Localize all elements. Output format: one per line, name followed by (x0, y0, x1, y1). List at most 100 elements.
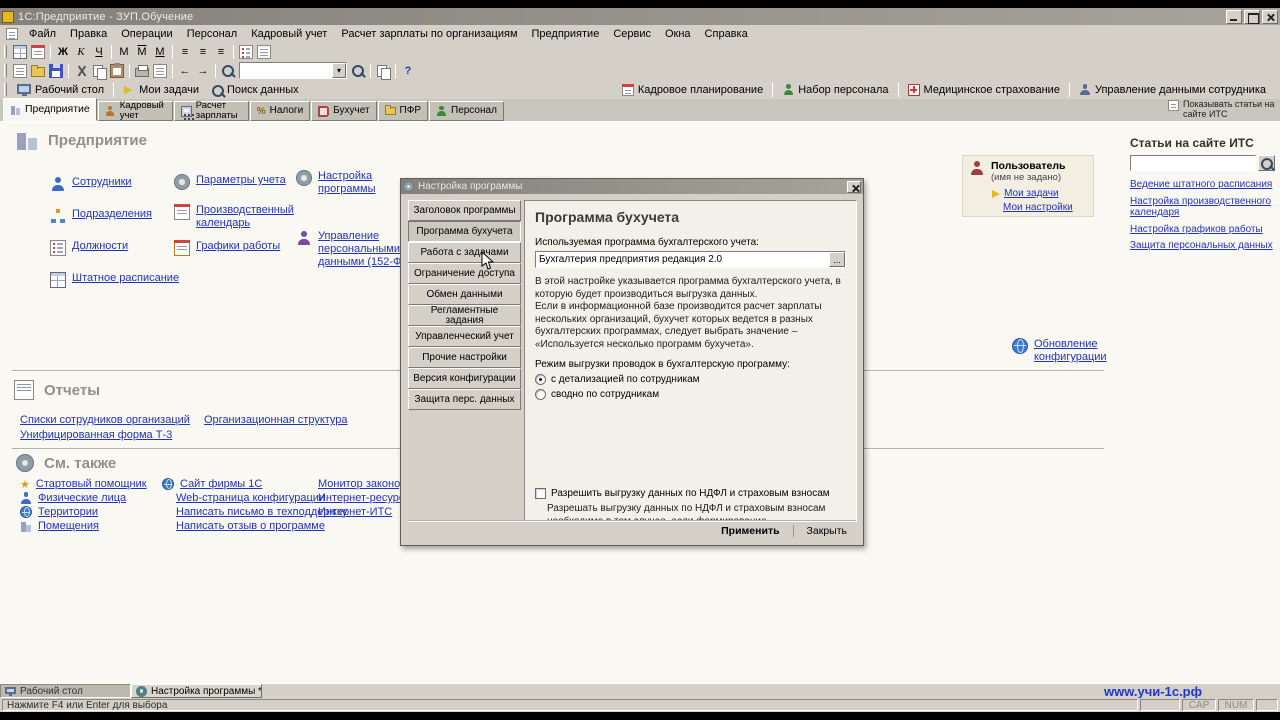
align-right-icon[interactable]: ≡ (212, 44, 230, 60)
my-settings-link[interactable]: Мои настройки (1003, 202, 1073, 213)
report-t3-form-link[interactable]: Унифицированная форма Т-3 (20, 429, 172, 441)
dialog-tab-tasks[interactable]: Работа с задачами (408, 242, 521, 263)
work-schedules-link[interactable]: Графики работы (196, 240, 280, 253)
dialog-tab-management[interactable]: Управленческий учет (408, 326, 521, 347)
underline-icon[interactable]: Ч (90, 44, 108, 60)
dialog-tab-accounting-program[interactable]: Программа бухучета (408, 221, 521, 242)
internet-its-link[interactable]: Интернет-ИТС (318, 506, 392, 518)
territories-link[interactable]: Территории (38, 506, 98, 519)
print-preview-icon[interactable] (151, 63, 169, 79)
desktop-button[interactable]: Рабочий стол (11, 83, 110, 97)
menu-personnel[interactable]: Персонал (180, 26, 245, 42)
my-tasks-link[interactable]: Мои задачи (1004, 188, 1059, 199)
production-calendar-link[interactable]: Производственный календарь (196, 204, 304, 230)
start-assistant-link[interactable]: Стартовый помощник (36, 478, 147, 491)
paste-icon[interactable] (108, 62, 126, 79)
accounting-params-link[interactable]: Параметры учета (196, 174, 286, 187)
accounting-program-field[interactable]: Бухгалтерия предприятия редакция 2.0 ... (535, 251, 846, 268)
menu-operations[interactable]: Операции (114, 26, 179, 42)
taskbar-tab-settings[interactable]: Настройка программы * (131, 684, 262, 698)
menu-edit[interactable]: Правка (63, 26, 114, 42)
font-super-icon[interactable]: М (133, 44, 151, 60)
its-link-calendar[interactable]: Настройка производственного календаря (1130, 196, 1278, 219)
search-icon[interactable] (219, 63, 237, 79)
search-next-icon[interactable] (349, 63, 367, 79)
menu-payroll[interactable]: Расчет зарплаты по организациям (334, 26, 524, 42)
its-link-schedules[interactable]: Настройка графиков работы (1130, 224, 1278, 236)
its-search-button[interactable] (1258, 155, 1275, 171)
premises-link[interactable]: Помещения (38, 520, 99, 533)
save-icon[interactable] (47, 63, 65, 79)
dialog-tab-header[interactable]: Заголовок программы (408, 200, 521, 221)
radio-detailed[interactable]: с детализацией по сотрудникам (535, 374, 846, 385)
apply-button[interactable]: Применить (712, 523, 788, 539)
radio-summary[interactable]: сводно по сотрудникам (535, 389, 846, 400)
its-search-input[interactable] (1130, 155, 1256, 171)
dialog-tab-other[interactable]: Прочие настройки (408, 347, 521, 368)
employee-data-button[interactable]: Управление данными сотрудника (1073, 83, 1272, 97)
open-folder-icon[interactable] (29, 63, 47, 79)
positions-link[interactable]: Должности (72, 240, 128, 253)
calendar-icon[interactable] (29, 44, 47, 60)
menu-enterprise[interactable]: Предприятие (525, 26, 607, 42)
employees-link[interactable]: Сотрудники (72, 176, 132, 189)
staffing-table-link[interactable]: Штатное расписание (72, 272, 179, 285)
font-normal-icon[interactable]: М (115, 44, 133, 60)
tab-taxes[interactable]: % Налоги (249, 101, 311, 121)
outline-doc-icon[interactable] (255, 44, 273, 60)
medical-insurance-button[interactable]: Медицинское страхование (902, 83, 1066, 97)
bold-icon[interactable]: Ж (54, 44, 72, 60)
web-config-link[interactable]: Web-страница конфигурации (176, 492, 325, 504)
chevron-down-icon[interactable]: ▾ (332, 63, 346, 78)
tab-enterprise[interactable]: Предприятие (3, 98, 97, 121)
toolbar-grip[interactable] (4, 64, 7, 77)
close-button[interactable]: Закрыть (798, 523, 856, 539)
align-center-icon[interactable]: ≡ (194, 44, 212, 60)
font-sub-icon[interactable]: М (151, 44, 169, 60)
undo-icon[interactable]: ← (176, 63, 194, 79)
close-icon[interactable] (1262, 9, 1278, 24)
new-document-icon[interactable] (11, 63, 29, 79)
dialog-close-icon[interactable] (847, 180, 861, 193)
tab-personnel[interactable]: Персонал (429, 101, 504, 121)
table-icon[interactable] (11, 44, 29, 60)
maximize-icon[interactable] (1244, 9, 1260, 24)
menu-windows[interactable]: Окна (658, 26, 698, 42)
copy-icon[interactable] (90, 63, 108, 80)
checkbox-ndfl-export[interactable]: Разрешить выгрузку данных по НДФЛ и стра… (535, 488, 846, 499)
dialog-tab-access[interactable]: Ограничение доступа (408, 263, 521, 284)
update-config-link[interactable]: Обновление конфигурации (1034, 338, 1114, 364)
tab-accounting[interactable]: Бухучет (311, 101, 377, 121)
tab-payroll[interactable]: Расчет зарплаты (173, 101, 249, 121)
data-search-button[interactable]: Поиск данных (205, 83, 305, 97)
cut-icon[interactable] (72, 63, 90, 79)
hr-planning-button[interactable]: Кадровое планирование (616, 83, 769, 97)
menu-service[interactable]: Сервис (606, 26, 658, 42)
search-input[interactable] (240, 64, 332, 77)
menu-hr[interactable]: Кадровый учет (244, 26, 334, 42)
help-icon[interactable]: ? (399, 63, 417, 79)
menu-file[interactable]: Файл (22, 26, 63, 42)
report-employee-lists-link[interactable]: Списки сотрудников организаций (20, 414, 190, 426)
dialog-tab-version[interactable]: Версия конфигурации (408, 368, 521, 389)
my-tasks-button[interactable]: Мои задачи (117, 83, 205, 97)
tab-pfr[interactable]: ПФР (377, 101, 428, 121)
dialog-tab-personal-data[interactable]: Защита перс. данных (408, 389, 521, 410)
toolbar-grip[interactable] (4, 45, 7, 58)
related-docs-icon[interactable] (374, 63, 392, 80)
individuals-link[interactable]: Физические лица (38, 492, 126, 505)
list-icon[interactable] (237, 44, 255, 60)
recruiting-button[interactable]: Набор персонала (776, 83, 894, 97)
italic-icon[interactable]: К (72, 44, 90, 60)
feedback-link[interactable]: Написать отзыв о программе (176, 520, 325, 532)
departments-link[interactable]: Подразделения (72, 208, 152, 221)
menu-help[interactable]: Справка (698, 26, 755, 42)
align-left-icon[interactable]: ≡ (176, 44, 194, 60)
site-1c-link[interactable]: Сайт фирмы 1С (180, 478, 262, 491)
redo-icon[interactable]: → (194, 63, 212, 79)
print-icon[interactable] (133, 63, 151, 79)
search-combo[interactable]: ▾ (239, 62, 347, 79)
dialog-tab-exchange[interactable]: Обмен данными (408, 284, 521, 305)
toolbar-grip[interactable] (4, 83, 7, 96)
program-settings-link[interactable]: Настройка программы (318, 170, 390, 196)
